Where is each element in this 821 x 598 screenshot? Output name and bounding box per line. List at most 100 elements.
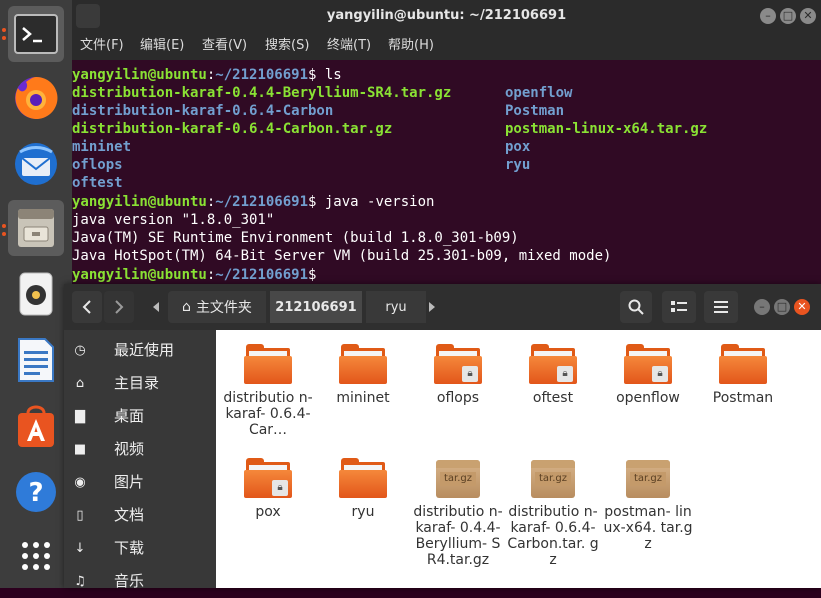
folder-icon <box>719 342 767 386</box>
dock-rhythmbox[interactable] <box>8 266 64 322</box>
folder-icon: 🔒︎ <box>624 342 672 386</box>
prompt-line: yangyilin@ubuntu:~/212106691$ java -vers… <box>72 194 435 210</box>
file-name: openflow <box>616 390 680 406</box>
writer-icon <box>18 338 54 382</box>
svg-text:?: ? <box>28 478 43 508</box>
fm-minimize-button[interactable]: – <box>754 299 770 315</box>
sidebar-item-label: 主目录 <box>114 374 160 392</box>
file-name: postman- linux-x64. tar.gz <box>603 504 693 552</box>
files-icon <box>18 209 54 247</box>
sidebar-item[interactable]: ■ 视频 <box>64 433 216 466</box>
folder-item[interactable]: distributio n-karaf- 0.6.4-Car… <box>222 342 314 438</box>
folder-item[interactable]: 🔒︎ oflops <box>412 342 504 406</box>
dock-terminal[interactable] <box>8 6 64 62</box>
back-button[interactable] <box>72 291 102 323</box>
file-name: distributio n-karaf- 0.4.4- Beryllium- S… <box>413 504 503 568</box>
menu-edit[interactable]: 编辑(E) <box>140 32 184 60</box>
search-button[interactable] <box>620 291 652 323</box>
forward-button[interactable] <box>104 291 134 323</box>
list-view-icon <box>671 301 687 312</box>
terminal-output[interactable]: yangyilin@ubuntu:~/212106691$ ls distrib… <box>72 60 821 288</box>
file-manager-window[interactable]: ⌂ 主文件夹 212106691 ryu – □ ✕ ◷ 最近使用 ⌂ 主目录 ▇ 桌面 ■… <box>64 284 821 590</box>
camera-icon: ◉ <box>74 474 86 490</box>
sidebar-item[interactable]: ▯ 文档 <box>64 499 216 532</box>
path-scroll-right[interactable] <box>422 291 442 323</box>
file-name: oflops <box>436 390 480 406</box>
folder-icon <box>339 456 387 500</box>
breadcrumb-home[interactable]: ⌂ 主文件夹 <box>168 291 266 323</box>
sidebar-item[interactable]: ↓ 下载 <box>64 532 216 565</box>
ls-entry: distribution-karaf-0.6.4-Carbon <box>72 103 334 119</box>
dock: ? <box>0 0 72 588</box>
fm-close-button[interactable]: ✕ <box>794 299 810 315</box>
path-scroll-left[interactable] <box>146 291 166 323</box>
menu-help[interactable]: 帮助(H) <box>388 32 434 60</box>
dock-help[interactable]: ? <box>8 464 64 520</box>
dock-writer[interactable] <box>8 332 64 388</box>
search-icon <box>628 299 644 315</box>
file-name: pox <box>255 504 281 520</box>
archive-item[interactable]: tar.gz distributio n-karaf- 0.4.4- Beryll… <box>412 456 504 568</box>
breadcrumb-current[interactable]: 212106691 <box>270 291 362 323</box>
archive-icon: tar.gz <box>531 456 575 500</box>
folder-item[interactable]: 🔒︎ pox <box>222 456 314 520</box>
breadcrumb-ryu[interactable]: ryu <box>366 291 426 323</box>
chevron-left-icon <box>82 300 91 314</box>
terminal-icon <box>14 14 58 54</box>
fm-maximize-button[interactable]: □ <box>774 299 790 315</box>
app-grid-icon <box>22 542 50 570</box>
archive-item[interactable]: tar.gz distributio n-karaf- 0.6.4- Carbon… <box>507 456 599 568</box>
file-name: distributio n-karaf- 0.6.4-Car… <box>223 390 313 438</box>
sidebar-item[interactable]: ◷ 最近使用 <box>64 334 216 367</box>
sidebar-item[interactable]: ⌂ 主目录 <box>64 367 216 400</box>
maximize-button[interactable]: □ <box>780 8 796 24</box>
chevron-right-icon <box>115 300 124 314</box>
output-line: Java HotSpot(TM) 64-Bit Server VM (build… <box>72 248 612 264</box>
file-name: Postman <box>712 390 774 406</box>
close-button[interactable]: ✕ <box>800 8 816 24</box>
dock-show-apps[interactable] <box>8 528 64 584</box>
file-name: distributio n-karaf- 0.6.4- Carbon.tar. … <box>507 504 599 568</box>
terminal-titlebar[interactable]: yangyilin@ubuntu: ~/212106691 – □ ✕ <box>72 0 821 32</box>
menu-view[interactable]: 查看(V) <box>202 32 247 60</box>
file-grid[interactable]: distributio n-karaf- 0.6.4-Car… mininet 🔒︎… <box>216 330 821 588</box>
folder-item[interactable]: ryu <box>317 456 409 520</box>
triangle-left-icon <box>153 302 159 312</box>
dock-software[interactable] <box>8 398 64 454</box>
sidebar-item-label: 文档 <box>114 506 145 524</box>
ls-entry: oflops <box>72 157 123 173</box>
sidebar-item[interactable]: ▇ 桌面 <box>64 400 216 433</box>
menu-terminal[interactable]: 终端(T) <box>327 32 371 60</box>
file-manager-headerbar: ⌂ 主文件夹 212106691 ryu – □ ✕ <box>64 284 821 330</box>
folder-item[interactable]: 🔒︎ oftest <box>507 342 599 406</box>
output-line: java version "1.8.0_301" <box>72 212 275 228</box>
menu-button[interactable] <box>704 291 738 323</box>
sidebar-item[interactable]: ◉ 图片 <box>64 466 216 499</box>
running-indicator <box>2 224 6 228</box>
sidebar-item-label: 视频 <box>114 440 145 458</box>
dock-thunderbird[interactable] <box>8 136 64 192</box>
archive-icon: tar.gz <box>626 456 670 500</box>
places-sidebar: ◷ 最近使用 ⌂ 主目录 ▇ 桌面 ■ 视频 ◉ 图片 ▯ 文档 ↓ 下载 ♫ 音乐 <box>64 330 216 590</box>
folder-item[interactable]: mininet <box>317 342 409 406</box>
home-icon: ⌂ <box>75 375 85 391</box>
folder-item[interactable]: Postman <box>697 342 789 406</box>
minimize-button[interactable]: – <box>760 8 776 24</box>
folder-item[interactable]: 🔒︎ openflow <box>602 342 694 406</box>
help-icon: ? <box>16 472 56 512</box>
sidebar-item[interactable]: ♫ 音乐 <box>64 565 216 598</box>
dock-firefox[interactable] <box>8 70 64 126</box>
dock-files[interactable] <box>8 200 64 256</box>
view-toggle-button[interactable] <box>662 291 696 323</box>
menu-file[interactable]: 文件(F) <box>80 32 124 60</box>
terminal-window[interactable]: yangyilin@ubuntu: ~/212106691 – □ ✕ 文件(F… <box>72 0 821 288</box>
ls-entry: Postman <box>505 103 565 119</box>
video-icon: ■ <box>73 441 87 457</box>
ls-entry: mininet <box>72 139 132 155</box>
archive-item[interactable]: tar.gz postman- linux-x64. tar.gz <box>602 456 694 552</box>
folder-icon <box>244 342 292 386</box>
running-indicator <box>2 232 6 236</box>
sidebar-item-label: 图片 <box>114 473 145 491</box>
file-name: ryu <box>351 504 375 520</box>
menu-search[interactable]: 搜索(S) <box>265 32 309 60</box>
